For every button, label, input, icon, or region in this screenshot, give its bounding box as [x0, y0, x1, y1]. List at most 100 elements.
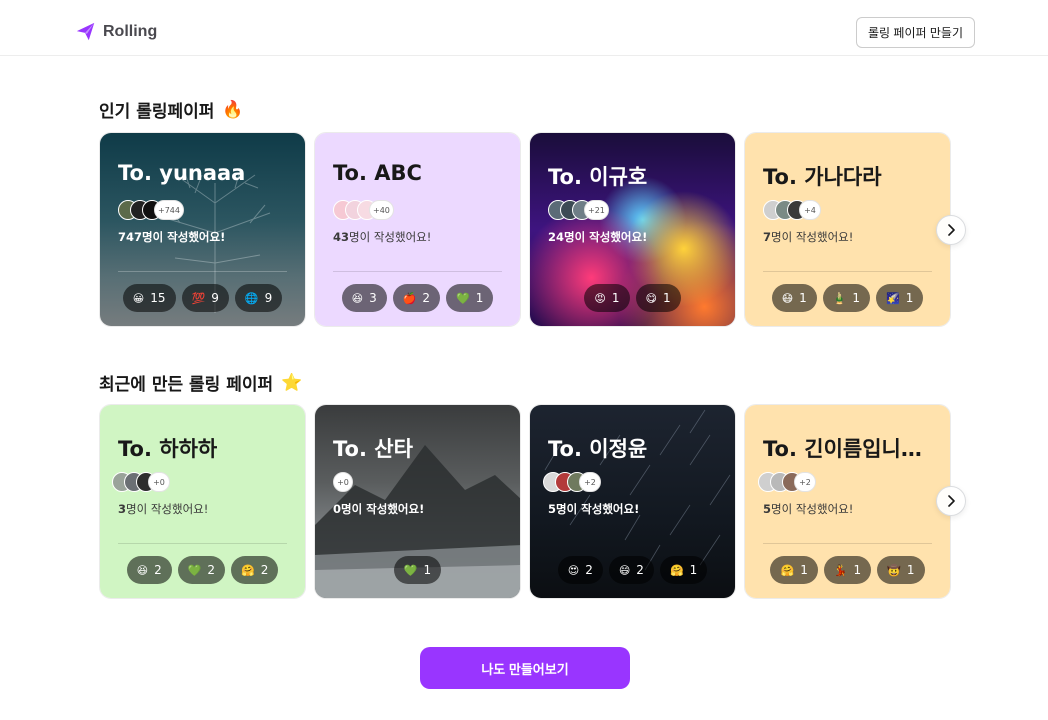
card-recipient: To. yunaaa	[118, 161, 246, 185]
reaction-badge: 😡 1	[584, 284, 630, 312]
paper-card[interactable]: To. 하하하 +0 3명이 작성했어요! 😆 2 💚 2 🤗 2	[99, 404, 306, 599]
writer-count: 7명이 작성했어요!	[763, 229, 853, 245]
reaction-badge: 😍 2	[557, 556, 603, 584]
reaction-emoji: 🎍	[832, 291, 847, 305]
avatar-more-count: +40	[369, 200, 394, 220]
reaction-list: 😆 2 💚 2 🤗 2	[100, 556, 305, 584]
paper-card[interactable]: To. 이정윤 +2 5명이 작성했어요! 😍 2 😄 2 🤗 1	[529, 404, 736, 599]
reaction-count: 2	[207, 563, 216, 577]
next-arrow-button[interactable]	[936, 486, 966, 516]
reaction-emoji: 💚	[187, 563, 202, 577]
card-recipient: To. ABC	[333, 161, 422, 185]
reaction-emoji: 🤗	[780, 563, 795, 577]
divider	[333, 271, 502, 272]
reaction-emoji: 💚	[403, 563, 418, 577]
card-recipient: To. 긴이름입니다…	[763, 437, 941, 461]
writer-count: 24명이 작성했어요!	[548, 229, 647, 245]
create-paper-button[interactable]: 롤링 페이퍼 만들기	[856, 17, 975, 48]
reaction-count: 2	[154, 563, 162, 577]
reaction-emoji: 🤗	[241, 563, 255, 577]
reaction-list: 😆 3 🍎 2 💚 1	[315, 284, 520, 312]
avatar-more-count: +744	[154, 200, 184, 220]
writer-count: 747명이 작성했어요!	[118, 229, 225, 245]
avatar-group: +21	[548, 199, 609, 221]
writer-count-suffix: 명이 작성했어요!	[341, 502, 425, 516]
reaction-list: 😡 1 😋 1	[530, 284, 735, 312]
reaction-badge: 😋 1	[635, 284, 681, 312]
divider	[763, 271, 932, 272]
popular-section-title: 인기 롤링페이퍼 🔥	[99, 97, 244, 123]
reaction-emoji: 😋	[645, 291, 657, 305]
reaction-badge: 💃 1	[823, 556, 872, 584]
logo[interactable]: Rolling	[75, 21, 157, 43]
writer-count-suffix: 명이 작성했어요!	[771, 502, 854, 516]
divider	[118, 271, 287, 272]
reaction-count: 1	[689, 563, 698, 577]
reaction-list: 💚 1	[315, 556, 520, 584]
reaction-count: 1	[475, 291, 484, 305]
paper-card[interactable]: To. 긴이름입니다… +2 5명이 작성했어요! 🤗 1 💃 1 🤠 1	[744, 404, 951, 599]
paper-card[interactable]: To. yunaaa +744 747명이 작성했어요! 😀 15 💯 9 🌐 9	[99, 132, 306, 327]
writer-count: 43명이 작성했어요!	[333, 229, 431, 245]
avatar-more-count: +2	[794, 472, 816, 492]
star-icon: ⭐	[281, 372, 303, 393]
writer-count-suffix: 명이 작성했어요!	[556, 502, 640, 516]
card-recipient: To. 이정윤	[548, 437, 648, 461]
reaction-badge: 😀 15	[122, 284, 176, 312]
chevron-right-icon	[948, 224, 955, 236]
card-recipient: To. 가나다라	[763, 165, 882, 189]
writer-count-number: 24	[548, 230, 565, 244]
reaction-emoji: 💯	[191, 291, 206, 305]
avatar-more-count: +4	[799, 200, 821, 220]
reaction-emoji: 🌐	[244, 291, 259, 305]
avatar-more-count: +0	[148, 472, 170, 492]
reaction-list: 😍 2 😄 2 🤗 1	[530, 556, 735, 584]
paper-card[interactable]: To. 산타 +0 0명이 작성했어요! 💚 1	[314, 404, 521, 599]
writer-count-suffix: 명이 작성했어요!	[349, 230, 432, 244]
reaction-count: 1	[800, 563, 808, 577]
writer-count: 5명이 작성했어요!	[763, 501, 853, 517]
reaction-count: 1	[611, 291, 620, 305]
reaction-list: 😷 1 🎍 1 🌠 1	[745, 284, 950, 312]
reaction-count: 1	[662, 291, 671, 305]
reaction-badge: 😄 2	[608, 556, 654, 584]
writer-count-suffix: 명이 작성했어요!	[142, 230, 226, 244]
reaction-count: 1	[799, 291, 807, 305]
paper-card[interactable]: To. ABC +40 43명이 작성했어요! 😆 3 🍎 2 💚 1	[314, 132, 521, 327]
avatar-group: +2	[543, 471, 601, 493]
writer-count-suffix: 명이 작성했어요!	[126, 502, 209, 516]
writer-count-number: 7	[763, 230, 772, 244]
reaction-badge: 🎍 1	[822, 284, 871, 312]
reaction-emoji: 😄	[618, 563, 631, 577]
section-title-text: 최근에 만든 롤링 페이퍼	[99, 375, 274, 395]
reaction-emoji: 🤠	[887, 563, 901, 577]
reaction-count: 3	[369, 291, 377, 305]
writer-count-number: 5	[548, 502, 557, 516]
writer-count-number: 747	[118, 230, 143, 244]
reaction-badge: 💚 1	[446, 284, 494, 312]
reaction-emoji: 💚	[456, 291, 470, 305]
paper-card[interactable]: To. 가나다라 +4 7명이 작성했어요! 😷 1 🎍 1 🌠 1	[744, 132, 951, 327]
make-my-paper-button[interactable]: 나도 만들어보기	[420, 647, 630, 689]
reaction-list: 🤗 1 💃 1 🤠 1	[745, 556, 950, 584]
logo-text: Rolling	[103, 23, 158, 40]
header: Rolling 롤링 페이퍼 만들기	[0, 0, 1048, 56]
avatar-group: +4	[763, 199, 821, 221]
writer-count-number: 3	[118, 502, 127, 516]
writer-count: 0명이 작성했어요!	[333, 501, 424, 517]
reaction-emoji: 🤗	[669, 563, 684, 577]
reaction-emoji: 😀	[132, 291, 145, 305]
next-arrow-button[interactable]	[936, 215, 966, 245]
reaction-badge: 🍎 2	[392, 284, 441, 312]
reaction-count: 1	[905, 291, 914, 305]
writer-count-number: 0	[333, 502, 342, 516]
reaction-badge: 💯 9	[181, 284, 229, 312]
reaction-emoji: 😍	[567, 563, 580, 577]
card-recipient: To. 산타	[333, 437, 413, 461]
writer-count-suffix: 명이 작성했어요!	[564, 230, 648, 244]
paper-card[interactable]: To. 이규호 +21 24명이 작성했어요! 😡 1 😋 1	[529, 132, 736, 327]
reaction-emoji: 😷	[781, 291, 794, 305]
reaction-count: 2	[585, 563, 593, 577]
reaction-emoji: 💃	[833, 563, 848, 577]
reaction-emoji: 😆	[136, 563, 149, 577]
